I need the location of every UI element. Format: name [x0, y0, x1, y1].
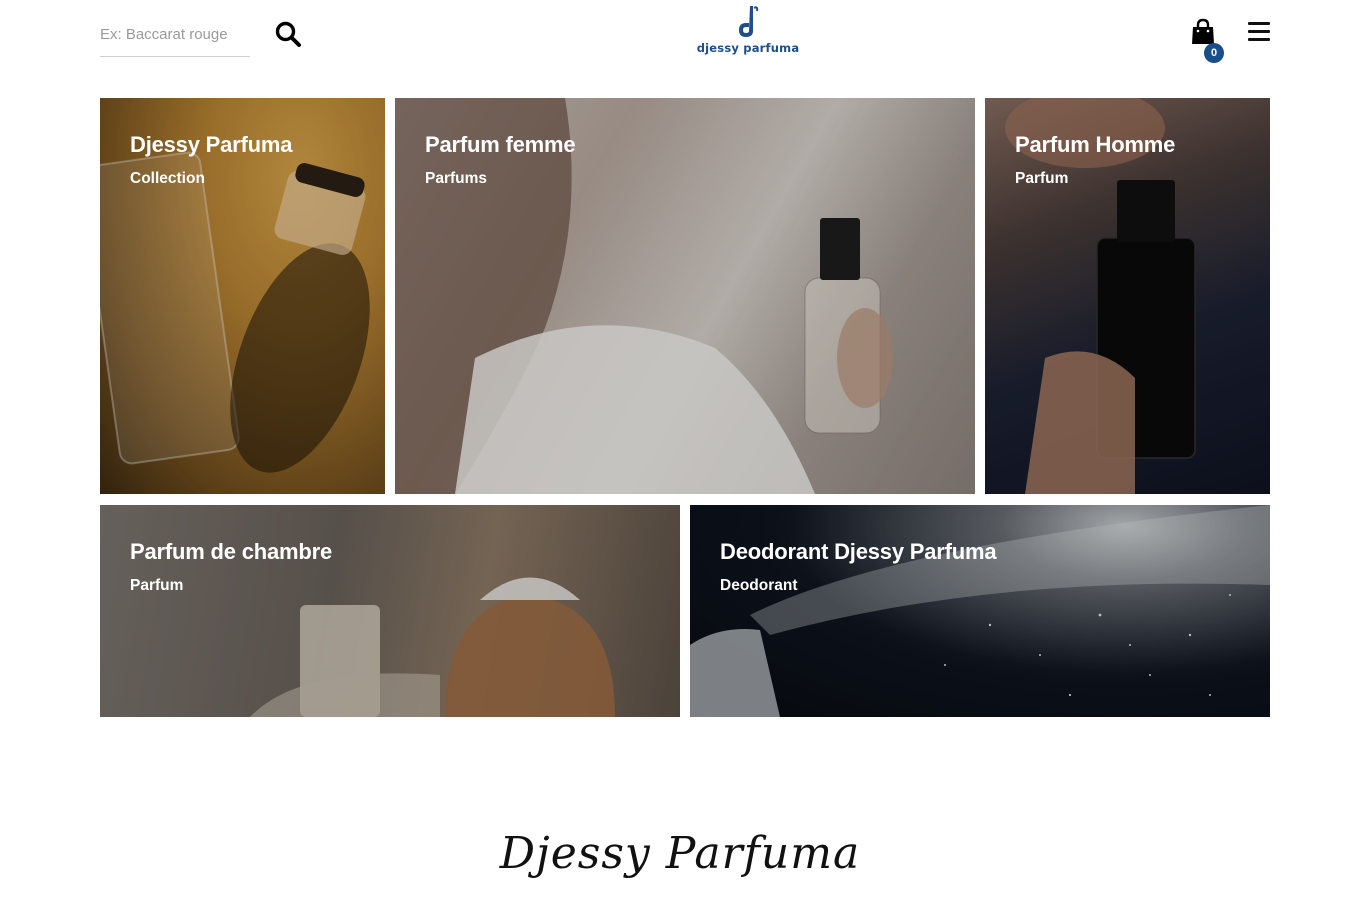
- category-tile-collection[interactable]: Djessy Parfuma Collection: [100, 98, 385, 494]
- tile-subtitle: Parfums: [425, 170, 488, 187]
- tile-title: Djessy Parfuma: [130, 132, 293, 157]
- tile-title: Deodorant Djessy Parfuma: [720, 539, 997, 564]
- category-tile-parfum-homme[interactable]: Parfum Homme Parfum: [985, 98, 1270, 494]
- search-field: [100, 14, 250, 57]
- cart-button[interactable]: 0: [1190, 18, 1224, 64]
- search-button[interactable]: [274, 20, 302, 48]
- menu-button[interactable]: [1248, 22, 1272, 44]
- category-tile-parfum-femme[interactable]: Parfum femme Parfums: [395, 98, 975, 494]
- brand-signature: Djessy Parfuma: [499, 828, 861, 879]
- logo-text: djessy parfuma: [696, 41, 800, 55]
- shopping-bag-icon: [1192, 18, 1214, 44]
- logo-icon: [739, 6, 759, 37]
- tile-subtitle: Parfum: [130, 577, 184, 594]
- hamburger-menu-icon: [1248, 22, 1272, 41]
- tile-subtitle: Parfum: [1015, 170, 1069, 187]
- cart-count-badge: 0: [1204, 43, 1224, 63]
- tile-title: Parfum Homme: [1015, 132, 1176, 157]
- site-logo[interactable]: djessy parfuma: [696, 4, 800, 64]
- category-tile-parfum-de-chambre[interactable]: Parfum de chambre Parfum: [100, 505, 680, 717]
- search-input[interactable]: [100, 14, 250, 54]
- tile-subtitle: Collection: [130, 170, 205, 187]
- tile-subtitle: Deodorant: [720, 577, 798, 594]
- tile-title: Parfum femme: [425, 132, 576, 157]
- category-tile-deodorant[interactable]: Deodorant Djessy Parfuma Deodorant: [690, 505, 1270, 717]
- tile-title: Parfum de chambre: [130, 539, 333, 564]
- site-header: djessy parfuma 0: [0, 0, 1361, 70]
- search-icon: [275, 21, 301, 47]
